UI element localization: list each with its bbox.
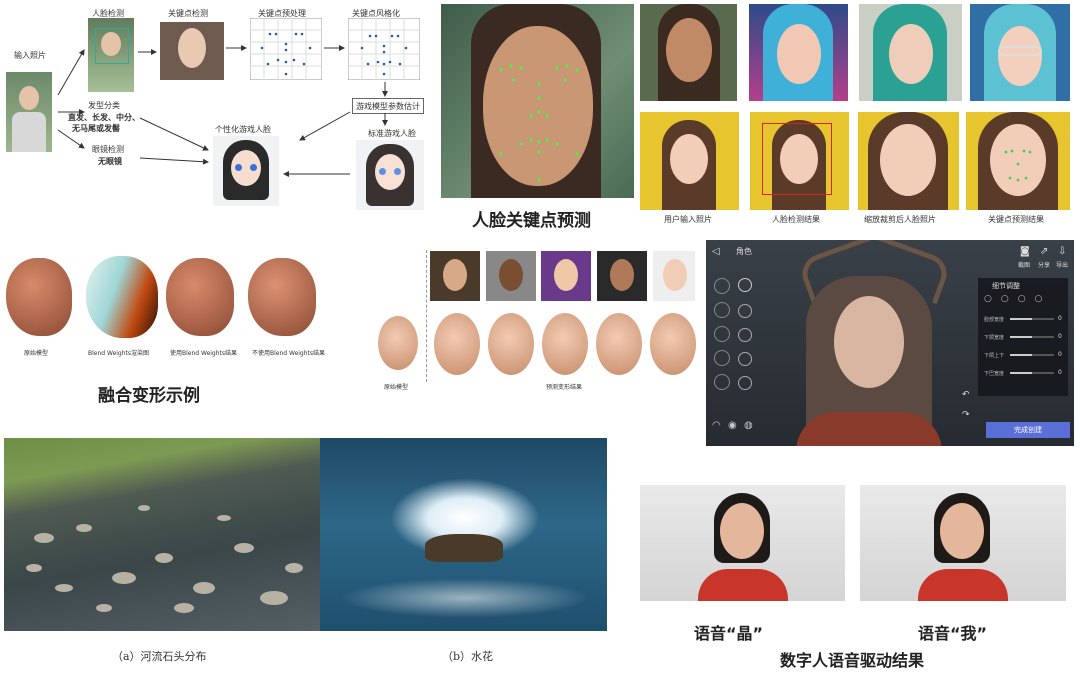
deform-right-caption: 预测变形结果: [546, 384, 583, 391]
digital-human-frame-1: [640, 485, 845, 601]
caption-b: （b）水花: [442, 650, 494, 663]
keypoint-caption-3: 缩放裁剪后人脸照片: [864, 215, 936, 224]
yellow-face-2: [750, 112, 849, 210]
screenshot-label: 截图: [1018, 262, 1031, 269]
tool-icon-5[interactable]: [714, 374, 730, 390]
deform-divider: [426, 250, 427, 382]
blend-head-3: [166, 258, 234, 336]
tool-icon-1[interactable]: [714, 278, 730, 294]
blend-caption-1: 原始模型: [24, 350, 49, 357]
slider-value-2: 0: [1058, 333, 1062, 340]
sample-face-2: [749, 4, 848, 101]
share-label: 分享: [1038, 262, 1051, 269]
deform-left-caption: 原始模型: [384, 384, 409, 391]
tool-icon-4[interactable]: [714, 350, 730, 366]
keypoint-caption-2: 人脸检测结果: [772, 215, 820, 224]
pipeline-diagram: 输入照片 人脸检测 关键点检测 关键点预处理 关键点风格化 发型分类 直发、长发…: [0, 0, 440, 215]
slider-label-1: 脸部宽度: [984, 317, 1005, 323]
slider-value-3: 0: [1058, 351, 1062, 358]
slider-label-4: 下巴宽度: [984, 371, 1005, 377]
digital-human-title: 数字人语音驱动结果: [780, 651, 925, 670]
deform-ref-1: [430, 251, 480, 301]
tab-character[interactable]: 角色: [736, 246, 752, 257]
game-creator-window: ◁ 角色 ◠ ◉ ◍ ◙ ⇗ ⇩ 截图 分享 导出 细节调整 ○○○○ 脸部宽度…: [706, 240, 1074, 446]
slider-value-4: 0: [1058, 369, 1062, 376]
face-part-icon-3[interactable]: [738, 328, 752, 342]
tool-icon-2[interactable]: [714, 302, 730, 318]
yellow-face-4: [966, 112, 1070, 210]
slider-label-2: 下颌宽度: [984, 335, 1005, 341]
slider-2[interactable]: [1010, 336, 1054, 338]
blend-head-4: [248, 258, 316, 336]
detail-panel: 细节调整 ○○○○ 脸部宽度 0 下颌宽度 0 下颌上下 0 下巴宽度 0: [978, 278, 1068, 396]
deform-head-5: [650, 313, 696, 375]
slider-1[interactable]: [1010, 318, 1054, 320]
deform-ref-4: [597, 251, 647, 301]
share-icon[interactable]: ⇗: [1040, 246, 1048, 257]
export-icon[interactable]: ⇩: [1058, 246, 1066, 257]
deform-head-3: [542, 313, 588, 375]
pipeline-arrows: [57, 45, 388, 177]
sample-face-4: [970, 4, 1070, 101]
view-icon-3[interactable]: ◍: [744, 420, 753, 431]
redo-icon[interactable]: ↷: [962, 410, 970, 420]
view-icon-2[interactable]: ◉: [728, 420, 737, 431]
screenshot-icon[interactable]: ◙: [1020, 246, 1030, 257]
deform-head-1: [434, 313, 480, 375]
sample-face-1: [640, 4, 737, 101]
face-part-icon-2[interactable]: [738, 304, 752, 318]
yellow-face-1: [640, 112, 739, 210]
deform-ref-2: [486, 251, 536, 301]
deform-head-4: [596, 313, 642, 375]
keypoint-section-title: 人脸关键点预测: [472, 211, 591, 231]
face-part-icon-4[interactable]: [738, 352, 752, 366]
slider-3[interactable]: [1010, 354, 1054, 356]
blend-head-2: [86, 256, 158, 338]
speech-caption-right: 语音“我”: [918, 624, 988, 643]
export-label: 导出: [1056, 262, 1069, 269]
keypoint-closeup: [441, 4, 634, 198]
blend-caption-2: Blend Weights渲染图: [88, 350, 150, 357]
caption-a: （a）河流石头分布: [112, 650, 207, 663]
keypoint-caption-4: 关键点预测结果: [988, 215, 1044, 224]
slider-4[interactable]: [1010, 372, 1054, 374]
deform-base-head: [378, 316, 418, 370]
sample-face-3: [859, 4, 962, 101]
digital-human-frame-2: [860, 485, 1066, 601]
keypoint-caption-1: 用户输入照片: [664, 215, 712, 224]
view-icon-1[interactable]: ◠: [712, 420, 721, 431]
undo-icon[interactable]: ↶: [962, 390, 970, 400]
blend-section-title: 融合变形示例: [98, 386, 200, 406]
panel-tab-icons: ○○○○: [984, 294, 1052, 304]
blend-head-1: [6, 258, 72, 336]
river-stones-photo: [4, 438, 320, 631]
water-splash-photo: [320, 438, 607, 631]
deform-ref-3: [541, 251, 591, 301]
slider-label-3: 下颌上下: [984, 353, 1005, 359]
speech-caption-left: 语音“晶”: [694, 624, 764, 643]
yellow-face-3: [858, 112, 959, 210]
face-part-icon-5[interactable]: [738, 376, 752, 390]
blend-caption-3: 使用Blend Weights结果: [170, 350, 238, 357]
tool-icon-3[interactable]: [714, 326, 730, 342]
confirm-create-button[interactable]: 完成创建: [986, 422, 1070, 438]
face-part-icon-1[interactable]: [738, 278, 752, 292]
deform-ref-5: [653, 251, 695, 301]
detail-panel-title: 细节调整: [992, 282, 1020, 290]
blend-caption-4: 不使用Blend Weights结果: [252, 350, 326, 357]
back-icon[interactable]: ◁: [712, 246, 720, 257]
slider-value-1: 0: [1058, 315, 1062, 322]
deform-head-2: [488, 313, 534, 375]
